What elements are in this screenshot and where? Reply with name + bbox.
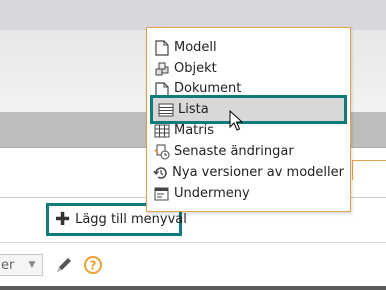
grid-icon — [153, 122, 171, 140]
menu-item-objekt[interactable]: Objekt — [153, 58, 344, 79]
page: ✚ Lägg till menyval er ▼ ? Modell Objekt — [0, 0, 386, 290]
menu-item-label: Senaste ändringar — [174, 144, 294, 159]
menu-item-label: Undermeny — [174, 186, 250, 201]
type-select[interactable]: er ▼ — [0, 254, 43, 276]
plus-icon: ✚ — [55, 208, 71, 230]
menu-item-matris[interactable]: Matris — [153, 120, 344, 141]
type-select-value: er — [1, 257, 15, 273]
menu-item-label: Matris — [174, 123, 215, 138]
pencil-icon[interactable] — [53, 254, 75, 276]
history-icon — [153, 164, 169, 182]
menu-item-modell[interactable]: Modell — [153, 37, 344, 58]
help-icon[interactable]: ? — [83, 255, 103, 275]
cubes-icon — [153, 60, 171, 78]
menu-item-nya-versioner[interactable]: Nya versioner av modeller — [153, 162, 344, 183]
window-edge — [0, 286, 386, 290]
menu-item-senaste-andringar[interactable]: Senaste ändringar — [153, 141, 344, 162]
menu-item-undermeny[interactable]: Undermeny — [153, 183, 344, 204]
svg-text:?: ? — [90, 259, 97, 273]
top-shadow — [0, 0, 386, 30]
menu-item-label: Dokument — [174, 81, 242, 96]
menu-item-label: Objekt — [174, 61, 217, 76]
caret-down-icon: ▼ — [28, 260, 36, 270]
recent-changes-icon — [153, 143, 171, 161]
menu-item-label: Modell — [174, 40, 217, 55]
menu-item-label: Lista — [178, 102, 209, 117]
add-menu-dropdown: Modell Objekt Dokument Lista Matris Sena… — [146, 27, 351, 212]
list-icon — [157, 101, 175, 119]
submenu-icon — [153, 185, 171, 203]
active-field-edge — [352, 160, 386, 180]
page-icon — [153, 39, 171, 57]
menu-item-label: Nya versioner av modeller — [172, 165, 344, 180]
add-menu-item-label: Lägg till menyval — [75, 212, 187, 227]
